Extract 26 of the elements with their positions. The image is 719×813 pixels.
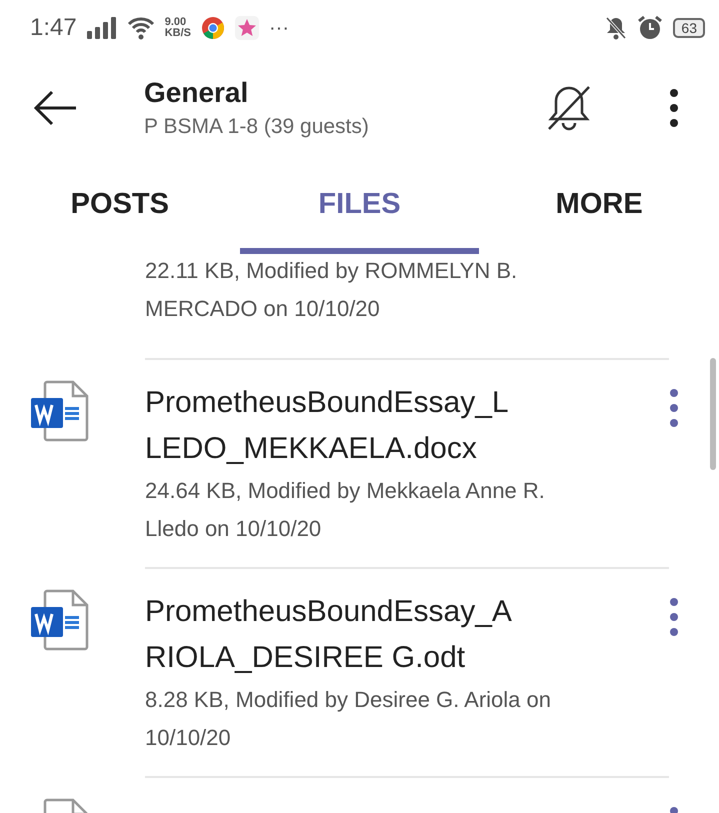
more-options-button[interactable] bbox=[669, 88, 679, 128]
tab[interactable]: MORE bbox=[479, 160, 719, 254]
status-time: 1:47 bbox=[30, 14, 77, 42]
back-button[interactable] bbox=[34, 90, 78, 126]
wifi-icon bbox=[126, 16, 155, 40]
more-options-icon bbox=[669, 597, 679, 637]
tab[interactable]: FILES bbox=[240, 160, 480, 254]
file-details: 8.28 KB, Modified by Desiree G. Ariola on 10/10/20 bbox=[145, 686, 552, 752]
bell-off-icon bbox=[605, 16, 628, 40]
more-options-icon bbox=[669, 88, 679, 128]
file-name[interactable]: PrometheusBoundEssay_ARIOLA_DESIREE G.odt bbox=[145, 589, 525, 681]
alarm-icon bbox=[637, 15, 664, 41]
speed-unit: KB/S bbox=[164, 28, 191, 39]
file-details: 24.64 KB, Modified by Mekkaela Anne R. Lledo on 10/10/20 bbox=[145, 477, 546, 543]
chrome-icon bbox=[201, 16, 225, 40]
battery-level: 63 bbox=[673, 18, 705, 38]
star-app-icon bbox=[235, 16, 259, 40]
more-notifications: ··· bbox=[269, 16, 289, 40]
file-name[interactable]: PrometheusBoundEssay_LLEDO_MEKKAELA.docx bbox=[145, 380, 525, 472]
more-options-icon bbox=[669, 388, 679, 428]
network-speed: 9.00 bbox=[164, 17, 188, 28]
signal-icon bbox=[86, 17, 117, 39]
team-subtitle: P BSMA 1-8 (39 guests) bbox=[144, 115, 369, 139]
channel-title: General bbox=[144, 77, 248, 109]
tab[interactable]: POSTS bbox=[0, 160, 240, 254]
file-details: 22.11 KB, Modified by ROMMELYN B. MERCADO on 10/10/20 bbox=[145, 257, 518, 323]
